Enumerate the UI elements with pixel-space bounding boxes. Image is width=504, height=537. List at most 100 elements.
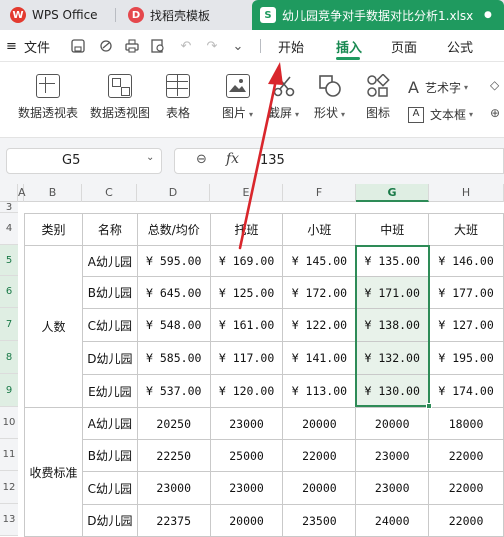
zoom-search-icon[interactable]: ⊖ — [196, 152, 207, 167]
column-header-h[interactable]: H — [429, 184, 504, 202]
column-header-e[interactable]: E — [210, 184, 283, 202]
cell[interactable]: 22000 — [428, 471, 504, 505]
name-cell[interactable]: C幼儿园 — [81, 471, 138, 505]
group-cell-headcount[interactable]: 人数 — [24, 245, 83, 408]
row-header[interactable]: 13 — [0, 504, 18, 536]
active-cell[interactable]: ¥ 135.00 — [355, 245, 430, 277]
undo-icon[interactable]: ↶ — [178, 38, 194, 54]
cell[interactable]: ¥ 177.00 — [428, 276, 504, 309]
shape-button[interactable]: 形状 ▾ — [314, 74, 345, 121]
table-button[interactable]: 表格 — [166, 74, 190, 121]
cell[interactable]: ¥ 548.00 — [136, 308, 211, 342]
group-cell-fees[interactable]: 收费标准 — [24, 407, 83, 537]
header-cell[interactable]: 类别 — [24, 213, 83, 246]
cell[interactable]: ¥ 113.00 — [282, 374, 357, 408]
cell[interactable]: ¥ 141.00 — [282, 341, 357, 375]
column-header-b[interactable]: B — [24, 184, 82, 202]
fx-icon[interactable]: fx — [226, 151, 239, 167]
cell[interactable]: ¥ 172.00 — [282, 276, 357, 309]
cell[interactable]: 18000 — [428, 407, 504, 440]
column-header-g[interactable]: G — [356, 184, 429, 202]
cell[interactable]: ¥ 585.00 — [136, 341, 211, 375]
select-all-corner[interactable] — [0, 184, 18, 202]
row-header[interactable]: 7 — [0, 308, 18, 341]
hamburger-menu-icon[interactable]: ≡ — [6, 30, 17, 62]
cell[interactable]: 22375 — [136, 504, 211, 537]
row-header[interactable]: 4 — [0, 213, 18, 245]
selected-cell[interactable]: ¥ 171.00 — [355, 276, 430, 309]
cell[interactable]: 25000 — [209, 439, 284, 472]
cell[interactable]: 23000 — [355, 439, 430, 472]
cell[interactable]: ¥ 127.00 — [428, 308, 504, 342]
tab-active-file[interactable]: S 幼儿园竞争对手数据对比分析1.xlsx ● — [252, 0, 504, 30]
cell[interactable]: ¥ 161.00 — [209, 308, 284, 342]
cell[interactable]: 23000 — [209, 407, 284, 440]
row-header[interactable]: 3 — [0, 202, 18, 213]
name-cell[interactable]: D幼儿园 — [81, 504, 138, 537]
redo-icon[interactable]: ↷ — [204, 38, 220, 54]
menu-page[interactable]: 页面 — [391, 30, 417, 62]
cell[interactable]: ¥ 145.00 — [282, 245, 357, 277]
menu-start[interactable]: 开始 — [278, 30, 304, 62]
header-cell[interactable]: 总数/均价 — [136, 213, 211, 246]
name-cell[interactable]: D幼儿园 — [81, 341, 138, 375]
cell[interactable]: ¥ 122.00 — [282, 308, 357, 342]
header-cell[interactable]: 小班 — [282, 213, 357, 246]
cell[interactable]: ¥ 125.00 — [209, 276, 284, 309]
cell[interactable]: ¥ 120.00 — [209, 374, 284, 408]
cell[interactable]: ¥ 195.00 — [428, 341, 504, 375]
row-header[interactable]: 11 — [0, 439, 18, 471]
column-header-d[interactable]: D — [137, 184, 210, 202]
header-cell[interactable]: 托班 — [209, 213, 284, 246]
cell[interactable]: ¥ 169.00 — [209, 245, 284, 277]
chevron-down-icon[interactable]: ⌄ — [230, 38, 246, 54]
header-cell[interactable]: 名称 — [81, 213, 138, 246]
name-cell[interactable]: C幼儿园 — [81, 308, 138, 342]
fill-handle[interactable] — [426, 403, 432, 409]
row-header[interactable]: 6 — [0, 276, 18, 308]
chevron-down-icon[interactable]: ⌄ — [146, 152, 154, 163]
cell[interactable]: ¥ 117.00 — [209, 341, 284, 375]
name-cell[interactable]: A幼儿园 — [81, 407, 138, 440]
tab-template[interactable]: D 找稻壳模板 — [118, 0, 248, 30]
row-header[interactable]: 9 — [0, 374, 18, 407]
column-header-c[interactable]: C — [82, 184, 137, 202]
name-cell[interactable]: E幼儿园 — [81, 374, 138, 408]
more-tools-icon[interactable]: ⊕ — [490, 106, 500, 120]
selected-cell[interactable]: ¥ 130.00 — [355, 374, 430, 408]
header-cell[interactable]: 中班 — [355, 213, 430, 246]
selected-cell[interactable]: ¥ 132.00 — [355, 341, 430, 375]
menu-file[interactable]: 文件 — [24, 30, 50, 62]
overflow-icon[interactable]: ◇ — [490, 78, 499, 92]
cell[interactable]: ¥ 595.00 — [136, 245, 211, 277]
name-box[interactable] — [6, 148, 162, 174]
selected-cell[interactable]: ¥ 138.00 — [355, 308, 430, 342]
print-preview-icon[interactable] — [150, 38, 166, 54]
cell[interactable]: 22000 — [428, 504, 504, 537]
cell[interactable]: 23000 — [209, 471, 284, 505]
cell[interactable]: 20000 — [355, 407, 430, 440]
cell[interactable]: 24000 — [355, 504, 430, 537]
cell[interactable]: 23000 — [355, 471, 430, 505]
row-header[interactable]: 10 — [0, 407, 18, 439]
share-icon[interactable] — [98, 38, 114, 54]
cell[interactable]: 23500 — [282, 504, 357, 537]
save-icon[interactable] — [70, 38, 86, 54]
formula-input[interactable] — [174, 148, 504, 174]
cell[interactable]: ¥ 174.00 — [428, 374, 504, 408]
menu-formula[interactable]: 公式 — [447, 30, 473, 62]
print-icon[interactable] — [124, 38, 140, 54]
row-header[interactable]: 5 — [0, 245, 18, 276]
name-cell[interactable]: B幼儿园 — [81, 276, 138, 309]
row-header[interactable]: 12 — [0, 471, 18, 504]
name-cell[interactable]: B幼儿园 — [81, 439, 138, 472]
cell[interactable]: 23000 — [136, 471, 211, 505]
row-header[interactable]: 8 — [0, 341, 18, 374]
cell[interactable]: 22000 — [282, 439, 357, 472]
name-cell[interactable]: A幼儿园 — [81, 245, 138, 277]
header-cell[interactable]: 大班 — [428, 213, 504, 246]
cell[interactable]: ¥ 146.00 — [428, 245, 504, 277]
screenshot-button[interactable]: 截屏 ▾ — [268, 74, 299, 121]
cell[interactable]: ¥ 537.00 — [136, 374, 211, 408]
tab-wps-office[interactable]: W WPS Office — [4, 0, 116, 30]
